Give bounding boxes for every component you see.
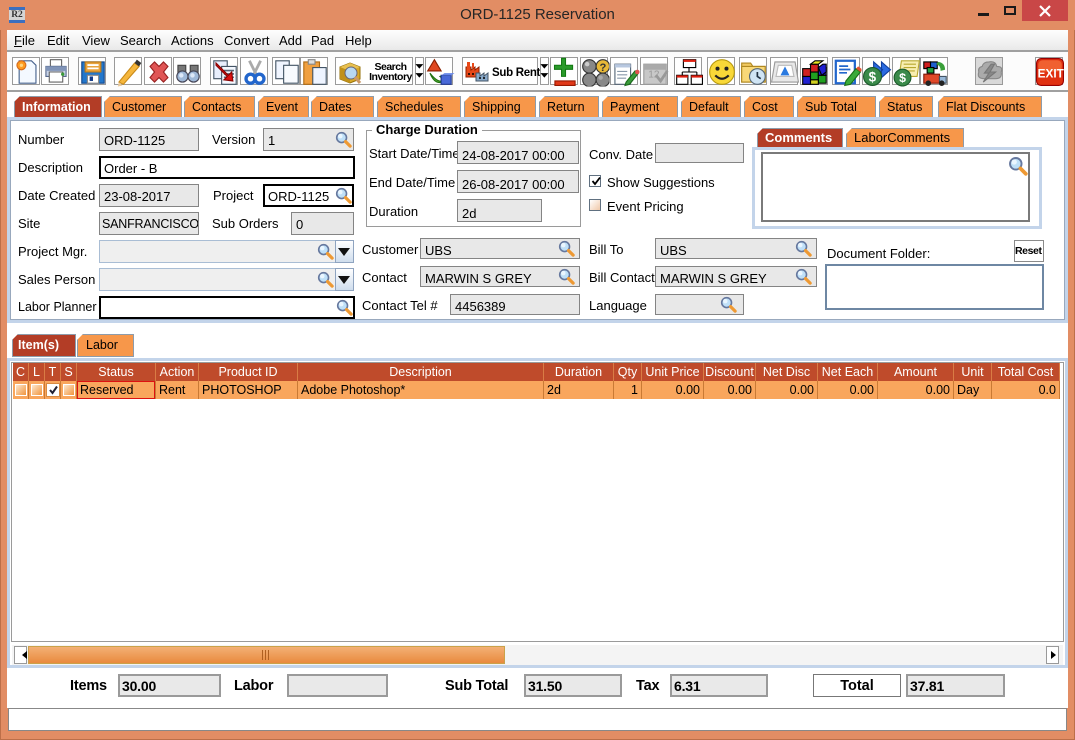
svg-text:$: $ <box>899 71 906 85</box>
svg-text:?: ? <box>599 62 606 74</box>
svg-text:$: $ <box>869 70 877 85</box>
svg-text:EXIT: EXIT <box>1038 68 1065 81</box>
